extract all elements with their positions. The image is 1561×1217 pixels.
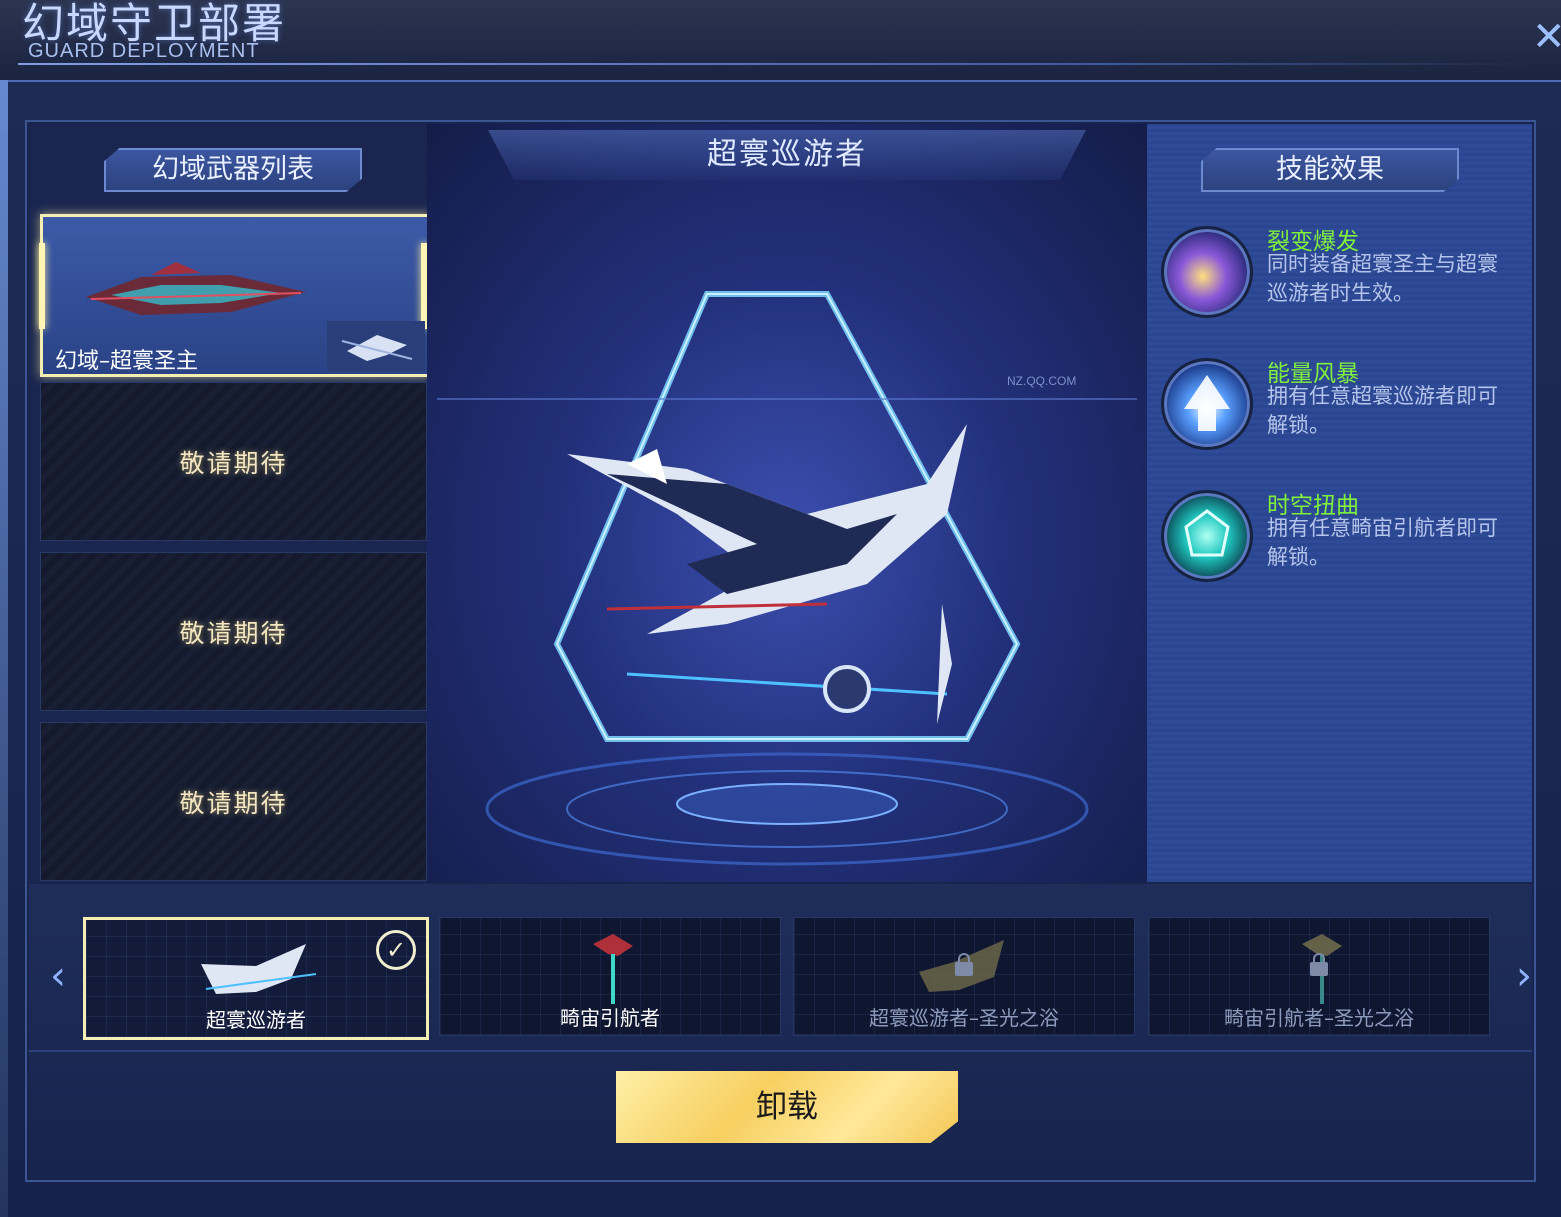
coming-soon-label: 敬请期待	[179, 448, 288, 478]
variant-card-locked[interactable]: 畸宙引航者–圣光之浴	[1148, 917, 1490, 1036]
weapon-slot-name: 幻域–超寰圣主	[55, 349, 199, 374]
weapon-slot-empty[interactable]: 敬请期待	[40, 382, 427, 541]
skill-description: 拥有任意畸宙引航者即可解锁。	[1267, 516, 1498, 569]
variant-card[interactable]: 畸宙引航者	[439, 917, 781, 1036]
bow-thumbnail-image	[201, 944, 317, 994]
header-divider	[18, 63, 1538, 65]
variant-selector: ‹ ✓ 超寰巡游者 畸宙引航者 超寰巡游者–圣光之浴 畸宙引航者–圣光之浴 › …	[29, 884, 1532, 1176]
watermark-text: NZ.QQ.COM	[1007, 374, 1077, 388]
page-subtitle: GUARD DEPLOYMENT	[28, 40, 260, 62]
weapon-slot-empty[interactable]: 敬请期待	[40, 552, 427, 711]
skill-effects-panel: 技能效果 裂变爆发 同时装备超寰圣主与超寰巡游者时生效。 能量风暴 拥有任意超寰…	[1147, 124, 1532, 882]
unload-button[interactable]: 卸载	[616, 1071, 958, 1143]
divider	[29, 1050, 1532, 1052]
coming-soon-label: 敬请期待	[179, 788, 288, 818]
weapon-list-title: 幻域武器列表	[104, 148, 362, 192]
game-screen: 幻域守卫部署 GUARD DEPLOYMENT ✕ 幻域武器列表 幻域–超寰圣主…	[0, 0, 1561, 1217]
skill-item: 时空扭曲 拥有任意畸宙引航者即可解锁。	[1161, 490, 1521, 590]
skill-item: 能量风暴 拥有任意超寰巡游者即可解锁。	[1161, 358, 1521, 458]
crystal-orb-icon	[1161, 490, 1253, 582]
slot-variant-thumbnail	[327, 321, 425, 371]
variant-name: 畸宙引航者–圣光之浴	[1224, 1006, 1414, 1030]
preview-stage-graphic	[437, 291, 1137, 866]
lightning-orb-icon	[1161, 226, 1253, 318]
skill-description: 拥有任意超寰巡游者即可解锁。	[1267, 384, 1498, 437]
skill-effects-title: 技能效果	[1201, 148, 1459, 192]
main-panel: 幻域武器列表 幻域–超寰圣主 敬请期待 敬请期待 敬请期待 超寰巡游者 NZ.Q…	[25, 120, 1536, 1182]
gunboat-weapon-image	[86, 262, 306, 315]
preview-weapon-name: 超寰巡游者	[488, 130, 1086, 180]
header: 幻域守卫部署 GUARD DEPLOYMENT	[0, 0, 1561, 80]
check-icon: ✓	[376, 930, 416, 970]
lock-icon	[1310, 953, 1328, 976]
coming-soon-label: 敬请期待	[179, 618, 288, 648]
slot-glow-left	[39, 243, 45, 329]
variant-card-locked[interactable]: 超寰巡游者–圣光之浴	[793, 917, 1135, 1036]
skill-description: 同时装备超寰圣主与超寰巡游者时生效。	[1267, 252, 1498, 305]
weapon-slot-empty[interactable]: 敬请期待	[40, 722, 427, 881]
close-button[interactable]: ✕	[1532, 17, 1561, 57]
next-arrow-icon[interactable]: ›	[1509, 956, 1539, 996]
skill-item: 裂变爆发 同时装备超寰圣主与超寰巡游者时生效。	[1161, 226, 1521, 326]
bow-weapon-image	[567, 424, 967, 724]
weapon-list-panel: 幻域武器列表 幻域–超寰圣主 敬请期待 敬请期待 敬请期待	[29, 124, 431, 882]
lock-icon	[955, 953, 973, 976]
variant-card-selected[interactable]: ✓ 超寰巡游者	[83, 917, 429, 1040]
up-arrow-orb-icon	[1161, 358, 1253, 450]
weapon-preview-panel: 超寰巡游者 NZ.QQ.COM	[427, 124, 1147, 882]
variant-name: 超寰巡游者–圣光之浴	[869, 1006, 1059, 1030]
variant-name: 畸宙引航者	[560, 1006, 660, 1030]
left-edge-decor	[0, 0, 8, 1217]
weapon-slot-active[interactable]: 幻域–超寰圣主	[39, 214, 431, 377]
prev-arrow-icon[interactable]: ‹	[43, 956, 73, 996]
staff-thumbnail-image	[593, 934, 633, 1004]
variant-name: 超寰巡游者	[206, 1008, 306, 1032]
deployment-frame: 幻域武器列表 幻域–超寰圣主 敬请期待 敬请期待 敬请期待 超寰巡游者 NZ.Q…	[8, 80, 1561, 1217]
